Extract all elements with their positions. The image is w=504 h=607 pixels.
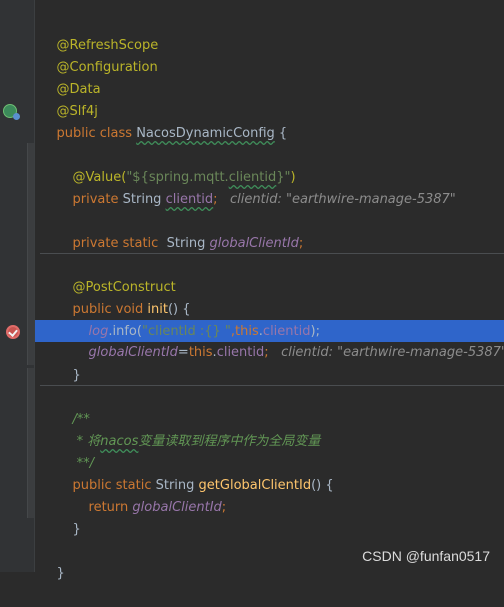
class-close-brace: } xyxy=(56,566,65,581)
code-line-init-declaration: public void init() { xyxy=(40,277,504,317)
breakpoint-check-icon[interactable] xyxy=(6,325,20,339)
code-line-value-annotation: @Value("${spring.mqtt.clientid}") xyxy=(40,145,504,185)
code-line-doc-close: **/ xyxy=(40,431,504,471)
code-line-data: @Data xyxy=(40,57,504,97)
code-line-clientid-field: private String clientid; clientid: "eart… xyxy=(40,167,504,207)
code-line-getter-close: } xyxy=(40,497,504,537)
semicolon: ; xyxy=(213,192,218,207)
private-keyword: private xyxy=(72,192,123,207)
spring-bean-icon[interactable] xyxy=(3,104,20,120)
fold-guide-getter xyxy=(27,368,34,518)
close-brace: } xyxy=(72,368,81,383)
debug-inline-value-clientid: clientid: "earthwire-manage-5387" xyxy=(229,192,456,207)
code-line-assignment: globalClientId=this.clientid; clientid: … xyxy=(40,320,504,360)
class-open-brace: { xyxy=(274,126,288,141)
csdn-watermark: CSDN @funfan0517 xyxy=(362,548,490,564)
method-separator xyxy=(40,385,504,386)
fold-guide-init xyxy=(27,143,34,365)
code-line-class-declaration: public class NacosDynamicConfig { xyxy=(40,101,504,141)
code-line-init-close: } xyxy=(40,343,504,383)
code-line-slf4j: @Slf4j xyxy=(40,79,504,119)
clientid-field-name[interactable]: clientid xyxy=(166,192,214,207)
code-line-globalclientid-field: private static String globalClientId; xyxy=(40,211,504,251)
semicolon: ; xyxy=(298,236,304,251)
method-separator xyxy=(40,253,504,254)
string-type: String xyxy=(166,236,210,251)
class-keyword: public class xyxy=(56,126,137,141)
private-static-keyword: private static xyxy=(72,236,167,251)
code-line-doc-body: * 将nacos变量读取到程序中作为全局变量 xyxy=(40,409,504,449)
code-line-doc-open: /** xyxy=(40,387,504,427)
string-type: String xyxy=(122,192,166,207)
code-line-getter-declaration: public static String getGlobalClientId()… xyxy=(40,453,504,493)
code-line-postconstruct: @PostConstruct xyxy=(40,255,504,295)
code-line-log-info: log.info("clientId :{} ",this.clientid); xyxy=(40,299,504,339)
code-line-return: return globalClientId; xyxy=(40,475,504,515)
class-name[interactable]: NacosDynamicConfig xyxy=(136,126,275,141)
close-brace: } xyxy=(72,522,81,537)
code-line-configuration: @Configuration xyxy=(40,35,504,75)
code-line-refreshscope: @RefreshScope xyxy=(40,13,504,53)
globalclientid-field-name[interactable]: globalClientId xyxy=(210,236,299,251)
